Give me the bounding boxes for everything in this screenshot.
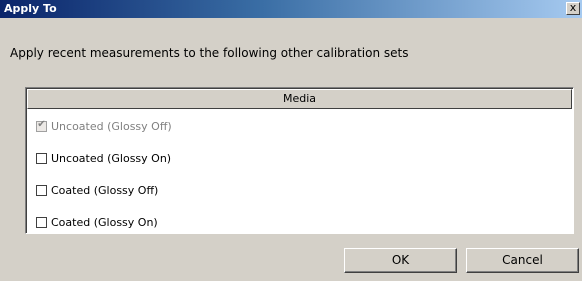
list-item[interactable]: Coated (Glossy On) [36, 214, 158, 230]
list-item-label[interactable]: Uncoated (Glossy On) [51, 152, 171, 165]
close-icon[interactable]: x [566, 2, 580, 15]
list-item-label: Uncoated (Glossy Off) [51, 119, 172, 133]
list-item[interactable]: Uncoated (Glossy On) [36, 150, 171, 166]
checkmark-icon: ✔ [37, 118, 46, 130]
instruction-text: Apply recent measurements to the followi… [10, 46, 409, 60]
cancel-button[interactable]: Cancel [466, 248, 579, 273]
checkbox-uncoated-glossy-on[interactable] [36, 152, 47, 164]
checkbox-coated-glossy-on[interactable] [36, 216, 47, 228]
ok-button[interactable]: OK [344, 248, 457, 273]
list-item-label[interactable]: Coated (Glossy Off) [51, 184, 158, 197]
list-item-label[interactable]: Coated (Glossy On) [51, 216, 158, 229]
apply-to-dialog: Apply To x Apply recent measurements to … [0, 0, 582, 281]
title-bar: Apply To x [0, 0, 582, 18]
column-header-media[interactable]: Media [27, 89, 572, 109]
calibration-sets-list: Media ✔ Uncoated (Glossy Off) Uncoated (… [25, 87, 574, 234]
list-item: ✔ Uncoated (Glossy Off) [36, 118, 172, 134]
checkbox-uncoated-glossy-off: ✔ [36, 118, 47, 132]
window-title: Apply To [4, 2, 57, 15]
list-item[interactable]: Coated (Glossy Off) [36, 182, 158, 198]
checkbox-coated-glossy-off[interactable] [36, 184, 47, 196]
